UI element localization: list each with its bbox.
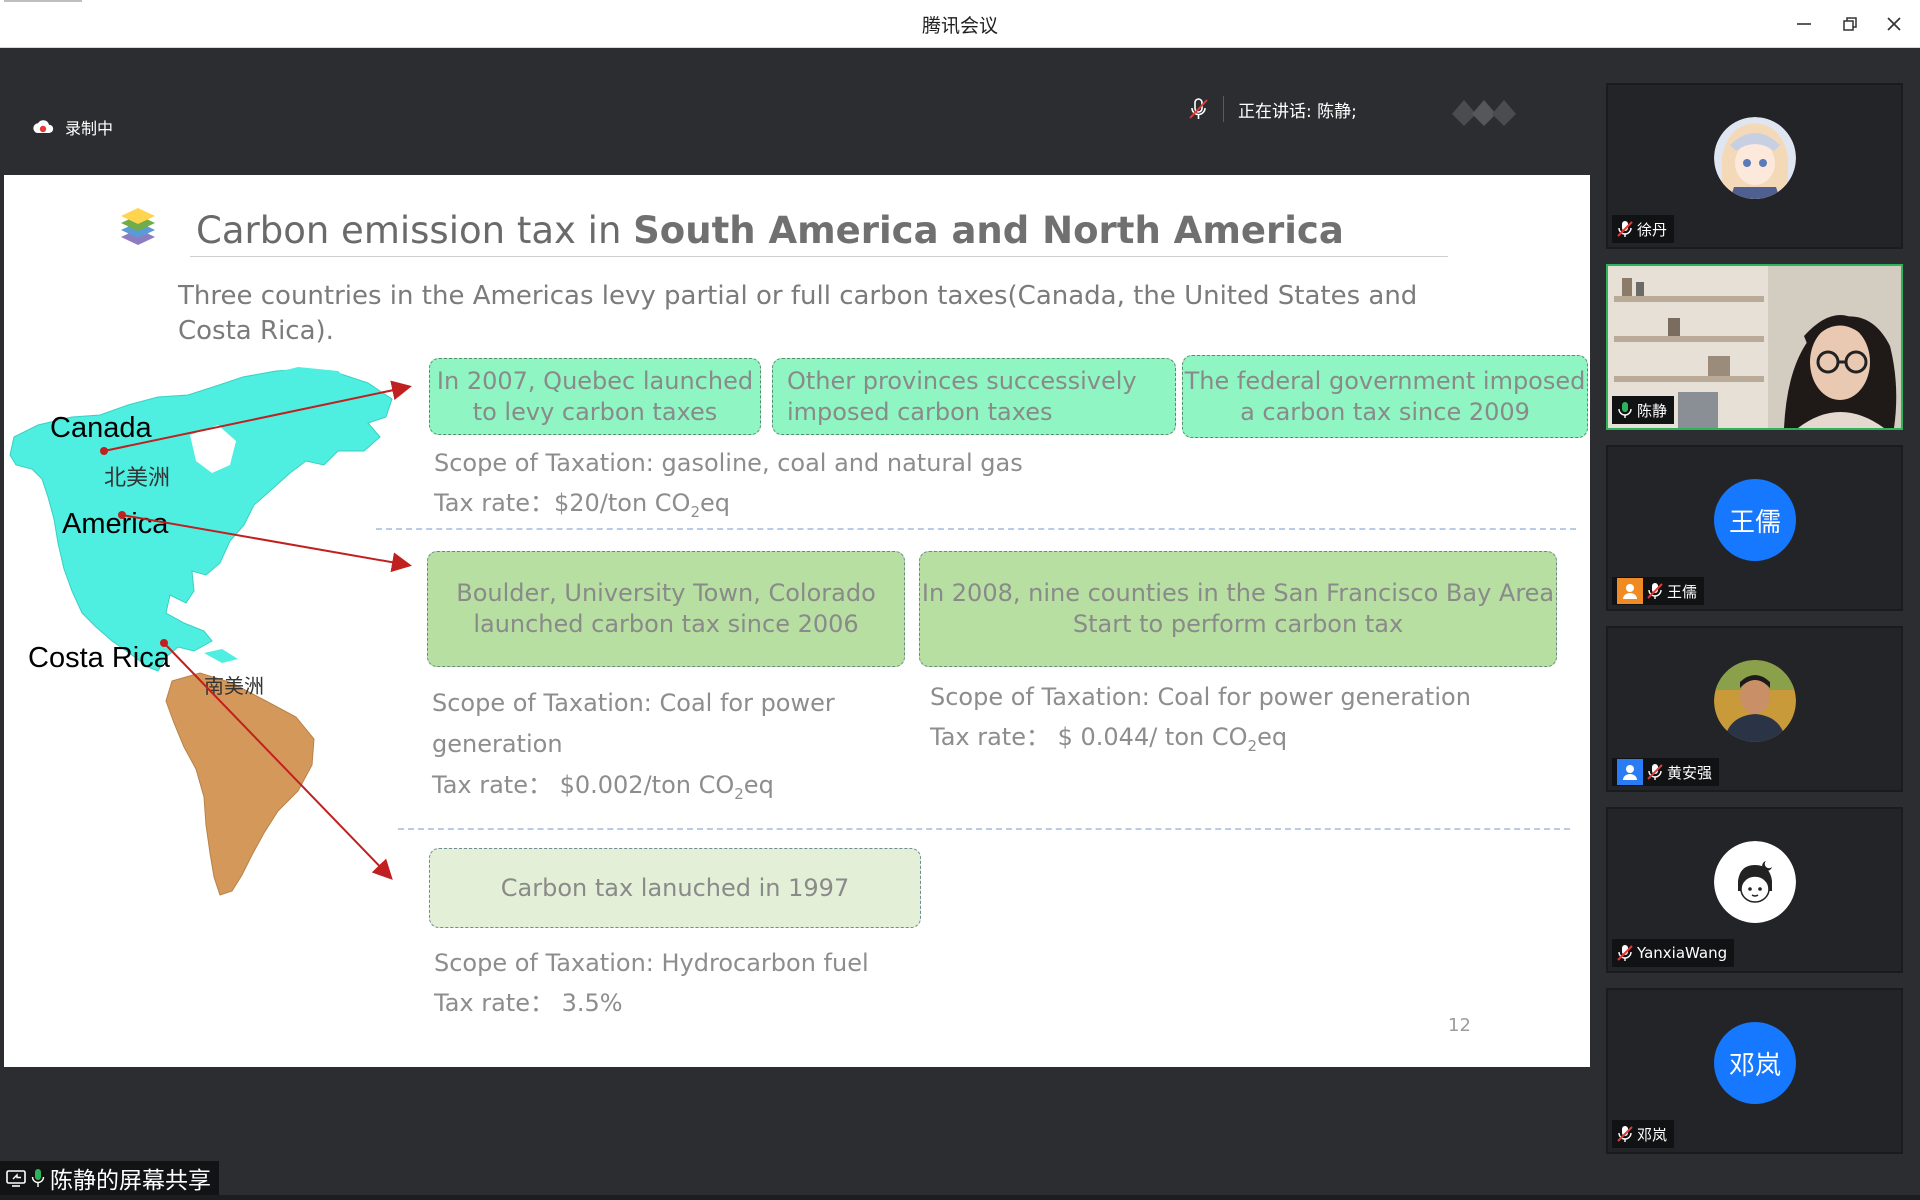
speaking-indicator: 正在讲话: 陈静; xyxy=(1187,96,1357,122)
cartoon-avatar-icon xyxy=(1714,841,1796,923)
screen-share-icon xyxy=(6,1170,26,1187)
participant-nametag: 邓岚 xyxy=(1612,1120,1675,1148)
usa-scope-bay-area: Scope of Taxation: Coal for power genera… xyxy=(930,683,1471,711)
arrow-costa-rica xyxy=(163,642,393,880)
cloud-record-icon xyxy=(33,120,54,133)
participant-nametag: 陈静 xyxy=(1612,396,1675,424)
usa-rate-bay-area: Tax rate： $ 0.044/ ton CO2eq xyxy=(930,723,1288,755)
recording-indicator[interactable]: 录制中 xyxy=(31,116,113,138)
divider xyxy=(1223,96,1224,122)
participant-nametag: 黄安强 xyxy=(1612,758,1720,786)
participant-name: 王儒 xyxy=(1667,582,1698,601)
mic-active-icon xyxy=(1618,402,1632,418)
meeting-logo-icon xyxy=(1452,100,1516,126)
recording-label: 录制中 xyxy=(65,119,114,138)
arrow-canada-dot xyxy=(100,447,108,455)
usa-box-boulder: Boulder, University Town, Colorado launc… xyxy=(427,551,905,667)
arrow-america-dot xyxy=(118,511,126,519)
participant-name: 陈静 xyxy=(1637,401,1668,420)
canada-box-quebec: In 2007, Quebec launched to levy carbon … xyxy=(429,358,761,435)
mic-muted-icon xyxy=(1617,1126,1633,1142)
participant-name: 邓岚 xyxy=(1637,1125,1668,1144)
mic-muted-icon xyxy=(1647,764,1663,780)
mic-muted-icon xyxy=(1617,221,1633,237)
close-icon xyxy=(1887,17,1901,31)
section-divider-1 xyxy=(376,528,1576,530)
participant-tile[interactable]: YanxiaWang xyxy=(1606,807,1903,973)
participant-tile[interactable]: 邓岚 邓岚 xyxy=(1606,988,1903,1154)
arrow-america xyxy=(121,514,412,573)
user-badge-icon xyxy=(1617,578,1643,604)
canada-rate: Tax rate：$20/ton CO2eq xyxy=(434,489,730,521)
initials-avatar: 邓岚 xyxy=(1714,1022,1796,1104)
window-titlebar: 腾讯会议 xyxy=(0,0,1920,48)
photo-avatar-icon xyxy=(1714,660,1796,742)
participant-tile[interactable]: 徐丹 xyxy=(1606,83,1903,249)
arrow-costa-rica-dot xyxy=(160,639,168,647)
canada-box-federal: The federal government imposed a carbon … xyxy=(1182,355,1588,438)
participant-nametag: 徐丹 xyxy=(1612,215,1675,243)
restore-icon xyxy=(1843,17,1857,31)
participant-nametag: 王儒 xyxy=(1612,577,1705,605)
connector-arrows xyxy=(100,380,412,880)
participant-nametag: YanxiaWang xyxy=(1612,939,1735,967)
screen-share-indicator[interactable]: 陈静的屏幕共享 xyxy=(0,1161,219,1195)
titlebar-accent xyxy=(4,0,82,2)
participant-tile-active-speaker[interactable]: 陈静 xyxy=(1606,264,1903,430)
restore-button[interactable] xyxy=(1830,8,1870,40)
canada-scope: Scope of Taxation: gasoline, coal and na… xyxy=(434,449,1023,477)
page-number: 12 xyxy=(1448,1015,1471,1036)
participant-tile[interactable]: 黄安强 xyxy=(1606,626,1903,792)
mic-active-icon xyxy=(31,1169,45,1187)
anime-avatar-icon xyxy=(1714,117,1796,199)
section-divider-2 xyxy=(398,828,1570,830)
participant-tile[interactable]: 王儒 王儒 xyxy=(1606,445,1903,611)
screen-share-label: 陈静的屏幕共享 xyxy=(50,1168,211,1194)
participant-name: YanxiaWang xyxy=(1637,944,1728,962)
costa-rica-box: Carbon tax lanuched in 1997 xyxy=(429,848,921,928)
initials-avatar: 王儒 xyxy=(1714,479,1796,561)
window-title: 腾讯会议 xyxy=(921,15,998,37)
speaking-label: 正在讲话: 陈静; xyxy=(1238,101,1357,122)
participant-name: 黄安强 xyxy=(1667,763,1713,782)
mic-muted-icon xyxy=(1189,98,1208,119)
arrow-canada xyxy=(103,380,412,452)
usa-box-bay-area: In 2008, nine counties in the San Franci… xyxy=(919,551,1557,667)
canada-box-provinces: Other provinces successively imposed car… xyxy=(772,358,1176,435)
user-badge-icon xyxy=(1617,759,1643,785)
bottom-strip xyxy=(0,1195,1920,1200)
minimize-button[interactable] xyxy=(1784,8,1824,40)
costa-rica-rate: Tax rate： 3.5% xyxy=(434,989,623,1017)
mic-muted-icon xyxy=(1647,583,1663,599)
usa-scope-boulder: Scope of Taxation: Coal for power generat… xyxy=(432,689,835,758)
minimize-icon xyxy=(1797,23,1811,25)
costa-rica-scope: Scope of Taxation: Hydrocarbon fuel xyxy=(434,949,869,977)
shared-slide: Carbon emission tax in South America and… xyxy=(4,175,1590,1067)
mic-muted-icon xyxy=(1617,945,1633,961)
usa-rate-boulder: Tax rate： $0.002/ton CO2eq xyxy=(432,771,774,803)
participant-name: 徐丹 xyxy=(1637,220,1668,239)
close-button[interactable] xyxy=(1874,8,1914,40)
